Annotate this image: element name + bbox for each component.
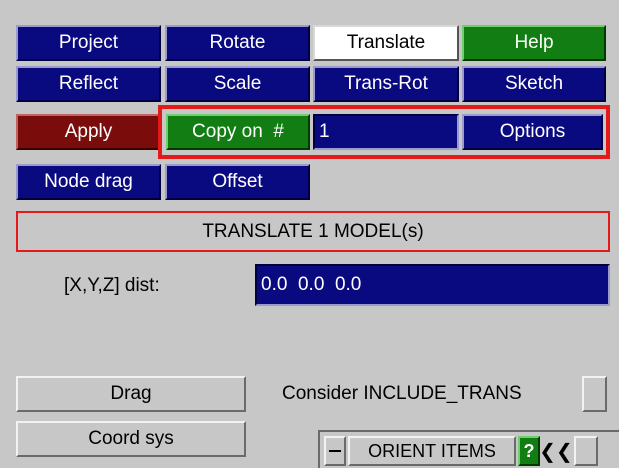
coord-sys-button[interactable]: Coord sys: [16, 421, 246, 457]
drag-button[interactable]: Drag: [16, 376, 246, 412]
tab-sketch[interactable]: Sketch: [462, 66, 606, 102]
offset-button[interactable]: Offset: [165, 164, 310, 200]
consider-include-trans-toggle[interactable]: [582, 376, 607, 412]
help-question-button[interactable]: ?: [518, 436, 540, 466]
orient-bar: ORIENT ITEMS ? ❮❮: [318, 430, 619, 468]
options-button[interactable]: Options: [462, 114, 603, 150]
dist-label: [X,Y,Z] dist:: [64, 275, 160, 296]
tab-translate[interactable]: Translate: [313, 25, 459, 61]
copy-on-button[interactable]: Copy on #: [166, 114, 310, 150]
tab-reflect[interactable]: Reflect: [16, 66, 161, 102]
collapse-icon[interactable]: ❮❮: [539, 436, 573, 466]
tab-project[interactable]: Project: [16, 25, 161, 61]
apply-button[interactable]: Apply: [16, 114, 161, 150]
tab-help[interactable]: Help: [462, 25, 606, 61]
translate-banner: TRANSLATE 1 MODEL(s): [16, 211, 610, 252]
tab-rotate[interactable]: Rotate: [165, 25, 310, 61]
extra-button[interactable]: [574, 436, 598, 466]
dist-input[interactable]: 0.0 0.0 0.0: [255, 264, 610, 306]
node-drag-button[interactable]: Node drag: [16, 164, 161, 200]
translate-banner-text: TRANSLATE 1 MODEL(s): [202, 220, 424, 242]
tab-trans-rot[interactable]: Trans-Rot: [313, 66, 459, 102]
minimize-button[interactable]: [324, 436, 346, 466]
consider-include-trans-label: Consider INCLUDE_TRANS: [282, 383, 522, 404]
copy-count-input[interactable]: 1: [313, 114, 459, 150]
minimize-icon: [329, 450, 341, 452]
orient-items-button[interactable]: ORIENT ITEMS: [348, 436, 516, 466]
tab-scale[interactable]: Scale: [165, 66, 310, 102]
